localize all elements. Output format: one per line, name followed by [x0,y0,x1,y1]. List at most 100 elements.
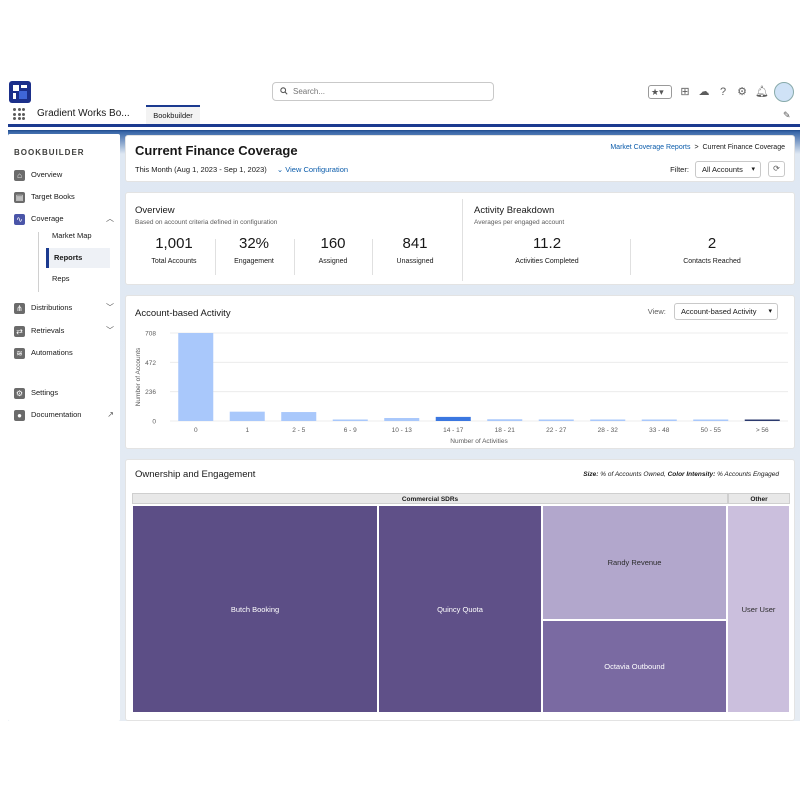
sidebar-item-reps[interactable]: Reps [52,269,116,289]
x-tick-label: 2 - 5 [292,427,305,434]
x-axis-label: Number of Activities [450,438,508,445]
filter-select[interactable]: All Accounts ▾ [695,161,761,178]
retrieve-icon: ⇄ [14,325,25,337]
breadcrumb-link[interactable]: Market Coverage Reports [610,144,690,151]
help-icon[interactable]: ? [717,86,729,98]
sidebar-item-label: Documentation [31,410,82,419]
search-input[interactable]: Search... [272,82,494,101]
overview-header: Overview Based on account criteria defin… [135,205,277,226]
chevron-down-icon: ⌄ [276,165,284,174]
ownership-card: Ownership and Engagement Size: % of Acco… [125,459,795,721]
view-configuration-label: View Configuration [285,165,349,174]
gear-icon: ⚙ [14,387,25,399]
sidebar-item-label: Coverage [31,214,64,223]
bulb-icon: ● [14,409,25,421]
app-logo-icon[interactable] [9,81,31,103]
sidebar-item-settings[interactable]: ⚙ Settings [14,385,118,401]
content-area: BOOKBUILDER ⌂ Overview ▤ Target Books ∿ Cov… [8,130,800,721]
treemap-cell[interactable]: User User [727,505,790,713]
sidebar-item-label: Settings [31,388,59,397]
date-range-row: This Month (Aug 1, 2023 - Sep 1, 2023) ⌄… [135,165,348,174]
legend-color-label: Color Intensity: [667,471,716,478]
bell-icon[interactable]: 🔔︎ [755,86,769,98]
y-tick-label: 708 [145,331,156,338]
stat-value: 32% [238,235,270,252]
tab-bookbuilder[interactable]: Bookbuilder [146,105,200,124]
sidebar-item-target-books[interactable]: ▤ Target Books [14,189,118,205]
bar-18-21 [487,419,523,421]
breadcrumb-separator: > [694,144,699,151]
sidebar-item-market-map[interactable]: Market Map [52,226,116,246]
bar-1 [229,411,265,421]
refresh-icon: ⟳ [773,164,780,173]
bar-50-55 [693,419,729,421]
stat-label: Activities Completed [515,258,579,265]
external-link-icon: ↗ [107,410,114,419]
x-tick-label: 50 - 55 [701,427,722,434]
sidebar-item-retrievals[interactable]: ⇄ Retrievals ﹀ [14,323,118,339]
trailhead-icon[interactable]: ☁ [698,86,710,98]
sidebar-item-distributions[interactable]: ⋔ Distributions ﹀ [14,300,118,316]
treemap-cell[interactable]: Octavia Outbound [542,620,727,713]
page-title: Current Finance Coverage [135,143,298,158]
x-tick-label: 6 - 9 [344,427,357,434]
filter-control: Filter: All Accounts ▾ [670,161,761,178]
treemap-cell-label: Randy Revenue [607,558,662,567]
sidebar-item-label: Automations [31,348,73,357]
bar--56 [744,419,780,421]
treemap-cell[interactable]: Quincy Quota [378,505,542,713]
ownership-title: Ownership and Engagement [135,469,256,480]
filter-value: All Accounts [702,165,743,174]
stat-value: 2 [707,235,717,252]
app-launcher-icon[interactable] [13,108,25,120]
activity-bar-chart: 708 472 236 0 Number of Accounts 0 1 2 - 5 6 - 9… [135,331,788,445]
avatar[interactable] [774,82,794,102]
stat-divider [630,239,631,275]
stat-label: Contacts Reached [683,258,741,265]
bar-22-27 [538,419,574,421]
stat-assigned: 160 Assigned [294,235,372,265]
activity-breakdown-title: Activity Breakdown [474,205,555,216]
ownership-legend: Size: % of Accounts Owned, Color Intensi… [583,471,779,478]
chevron-down-icon[interactable]: ﹀ [106,323,114,339]
treemap-cell-label: User User [741,604,776,614]
sidebar-item-overview[interactable]: ⌂ Overview [14,167,118,183]
x-tick-label: 33 - 48 [649,427,670,434]
sidebar-title: BOOKBUILDER [14,148,85,157]
favorites-icon[interactable]: ★▾ [648,85,672,99]
date-range: This Month (Aug 1, 2023 - Sep 1, 2023) [135,165,267,174]
app-name: Gradient Works Bo... [37,108,130,119]
x-tick-label: 18 - 21 [495,427,516,434]
x-tick-label: 10 - 13 [392,427,413,434]
sidebar-item-coverage[interactable]: ∿ Coverage ︿ [14,211,118,227]
sidebar-item-automations[interactable]: ≋ Automations [14,345,118,361]
refresh-button[interactable]: ⟳ [768,161,785,177]
chevron-up-icon[interactable]: ︿ [106,211,114,227]
edit-nav-icon[interactable]: ✎ [783,110,791,121]
add-icon[interactable]: ⊞ [679,86,691,98]
activity-breakdown-subtitle: Averages per engaged account [474,219,565,226]
bar-28-32 [590,419,626,421]
view-configuration-link[interactable]: ⌄ View Configuration [277,165,348,174]
bar-6-9 [332,419,368,421]
sidebar-item-documentation[interactable]: ● Documentation ↗ [14,407,118,423]
sidebar: BOOKBUILDER ⌂ Overview ▤ Target Books ∿ Cov… [8,134,120,721]
automation-icon: ≋ [14,347,25,359]
sidebar-item-reports[interactable]: Reports [46,248,110,268]
sidebar-item-label: Retrievals [31,326,65,335]
bar-0 [178,333,214,421]
stat-value: 841 [402,235,428,252]
legend-color-text: % Accounts Engaged [717,471,779,478]
treemap-cell[interactable]: Randy Revenue [542,505,727,620]
search-placeholder: Search... [293,87,326,96]
activity-breakdown-header: Activity Breakdown Averages per engaged … [474,205,564,226]
stat-label: Assigned [318,258,348,265]
sidebar-item-label: Target Books [31,192,75,201]
x-tick-label: > 56 [756,427,769,434]
x-tick-label: 28 - 32 [598,427,619,434]
chevron-down-icon[interactable]: ﹀ [106,300,114,316]
treemap-cell-label: Octavia Outbound [604,662,665,671]
treemap-cell[interactable]: Butch Booking [132,505,378,713]
stat-value: 160 [320,235,346,252]
gear-icon[interactable]: ⚙ [736,86,748,98]
